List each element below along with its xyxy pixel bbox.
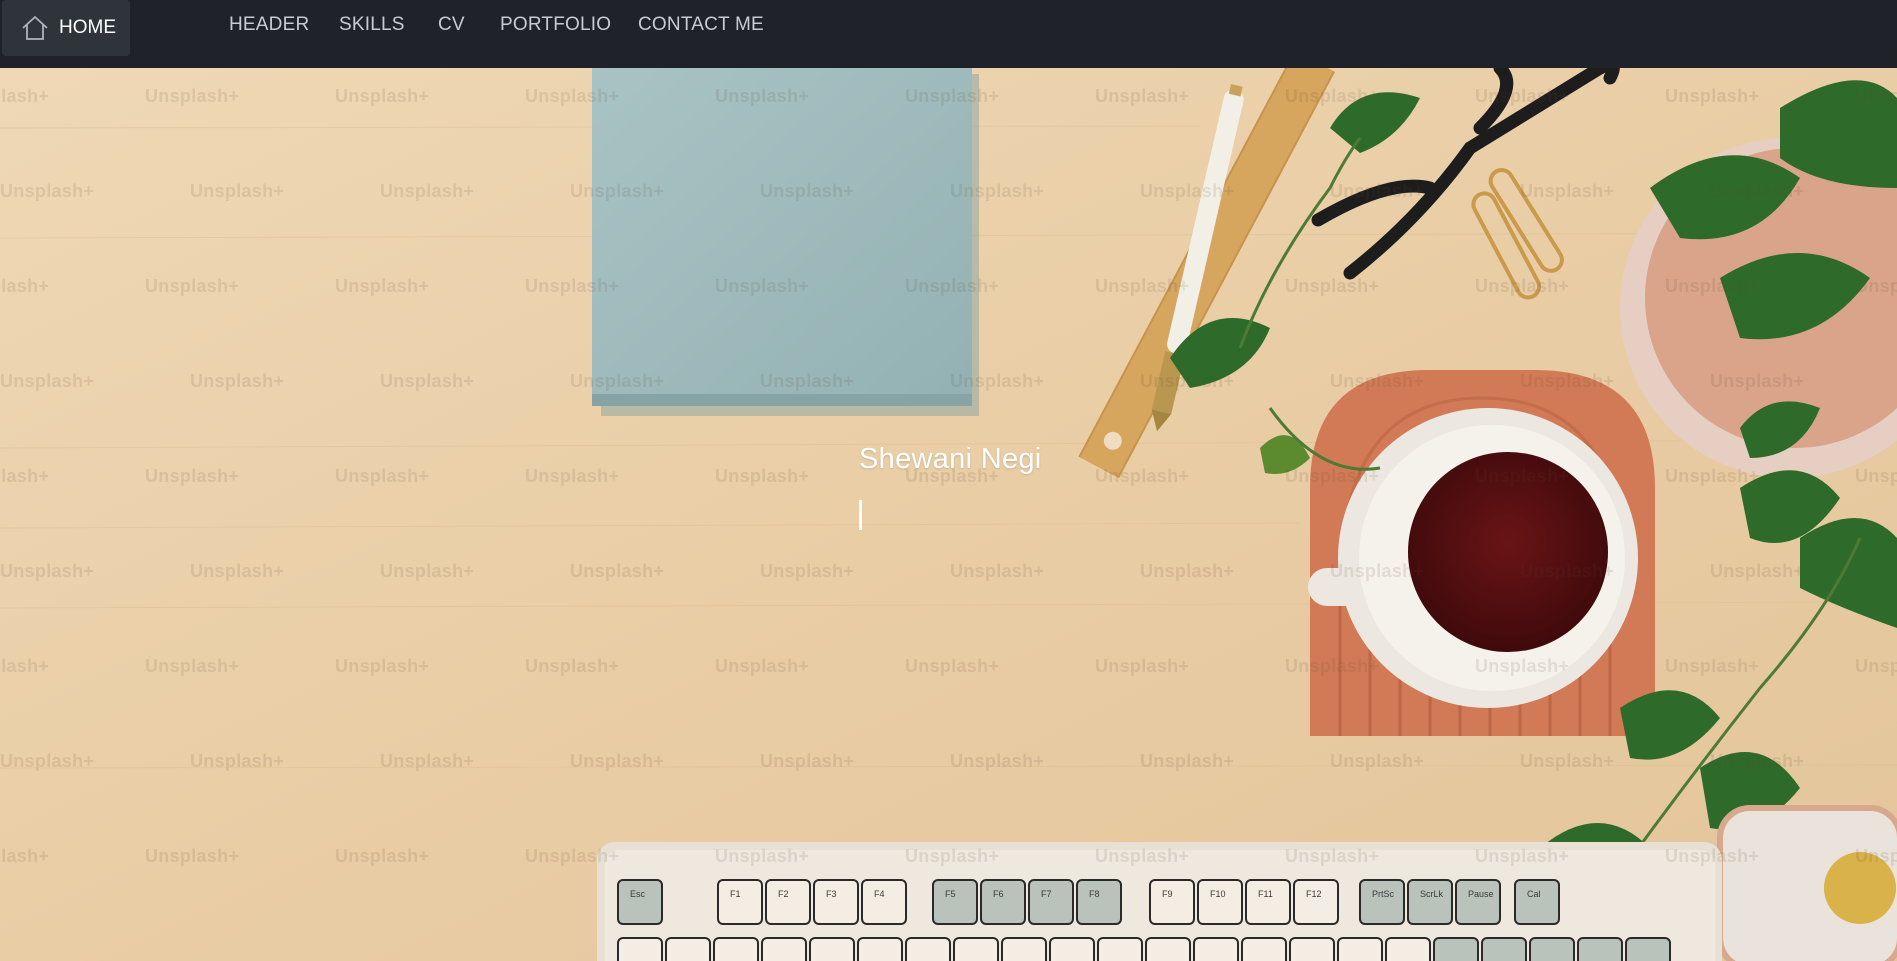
keyboard-key — [905, 937, 951, 961]
svg-text:F1: F1 — [730, 889, 741, 899]
keyboard-key — [761, 937, 807, 961]
keyboard-key: F7 — [1028, 879, 1074, 925]
keyboard-key — [713, 937, 759, 961]
svg-text:F9: F9 — [1162, 889, 1173, 899]
keyboard-key — [1145, 937, 1191, 961]
navbar: HOME HEADER SKILLS CV PORTFOLIO CONTACT … — [0, 0, 1897, 68]
svg-text:F2: F2 — [778, 889, 789, 899]
keyboard-key — [1385, 937, 1431, 961]
svg-text:Pause: Pause — [1468, 889, 1494, 899]
keyboard-key: F3 — [813, 879, 859, 925]
keyboard-key: F5 — [932, 879, 978, 925]
svg-text:Esc: Esc — [630, 889, 646, 899]
keyboard-key: F1 — [717, 879, 763, 925]
svg-text:F5: F5 — [945, 889, 956, 899]
nav-link-contact[interactable]: CONTACT ME — [638, 14, 764, 36]
keyboard-key — [1241, 937, 1287, 961]
keyboard-key — [665, 937, 711, 961]
keyboard-key: F10 — [1197, 879, 1243, 925]
svg-text:PrtSc: PrtSc — [1372, 889, 1395, 899]
keyboard-key: F2 — [765, 879, 811, 925]
home-button[interactable]: HOME — [2, 0, 130, 56]
keyboard-key — [617, 937, 663, 961]
keyboard-key: F4 — [861, 879, 907, 925]
home-label: HOME — [59, 17, 116, 38]
hero-name: Shewani Negi — [859, 443, 1042, 475]
keyboard-key — [1193, 937, 1239, 961]
keyboard-key: PrtSc — [1359, 879, 1405, 925]
keyboard-key — [1529, 937, 1575, 961]
nav-link-header[interactable]: HEADER — [229, 14, 309, 36]
keyboard-key: Esc — [617, 879, 663, 925]
keyboard-key — [1097, 937, 1143, 961]
svg-text:F7: F7 — [1041, 889, 1052, 899]
svg-text:ScrLk: ScrLk — [1420, 889, 1444, 899]
keyboard-key — [1433, 937, 1479, 961]
keyboard-key — [1049, 937, 1095, 961]
home-icon — [22, 16, 48, 40]
keyboard-key — [1577, 937, 1623, 961]
keyboard-key: F8 — [1076, 879, 1122, 925]
keyboard-key: Cal — [1514, 879, 1560, 925]
nav-link-skills[interactable]: SKILLS — [339, 14, 405, 36]
svg-text:F10: F10 — [1210, 889, 1226, 899]
svg-text:Cal: Cal — [1527, 889, 1541, 899]
keyboard-key: Pause — [1455, 879, 1501, 925]
keyboard-key: ScrLk — [1407, 879, 1453, 925]
keyboard-key: F9 — [1149, 879, 1195, 925]
keyboard-key — [1289, 937, 1335, 961]
hero-section: Esc F1 F2 F3 F4 F5 F6 F7 F8 F9 F10 F11 F12 PrtSc ScrLk… — [0, 68, 1897, 961]
svg-text:F8: F8 — [1089, 889, 1100, 899]
svg-text:F3: F3 — [826, 889, 837, 899]
svg-text:F4: F4 — [874, 889, 885, 899]
typing-cursor — [859, 500, 862, 530]
keyboard-key — [1481, 937, 1527, 961]
keyboard-key — [1625, 937, 1671, 961]
keyboard-key — [857, 937, 903, 961]
keyboard-key — [1001, 937, 1047, 961]
svg-text:F6: F6 — [993, 889, 1004, 899]
svg-text:F12: F12 — [1306, 889, 1322, 899]
keyboard-key — [1337, 937, 1383, 961]
svg-text:F11: F11 — [1258, 889, 1273, 899]
keyboard-key: F12 — [1293, 879, 1339, 925]
hero-background-image: Esc F1 F2 F3 F4 F5 F6 F7 F8 F9 F10 F11 F12 PrtSc ScrLk… — [0, 68, 1897, 961]
nav-link-portfolio[interactable]: PORTFOLIO — [500, 14, 611, 36]
keyboard-key: F11 — [1245, 879, 1291, 925]
nav-link-cv[interactable]: CV — [438, 14, 465, 36]
keyboard-key — [953, 937, 999, 961]
keyboard-key: F6 — [980, 879, 1026, 925]
keyboard-key — [809, 937, 855, 961]
